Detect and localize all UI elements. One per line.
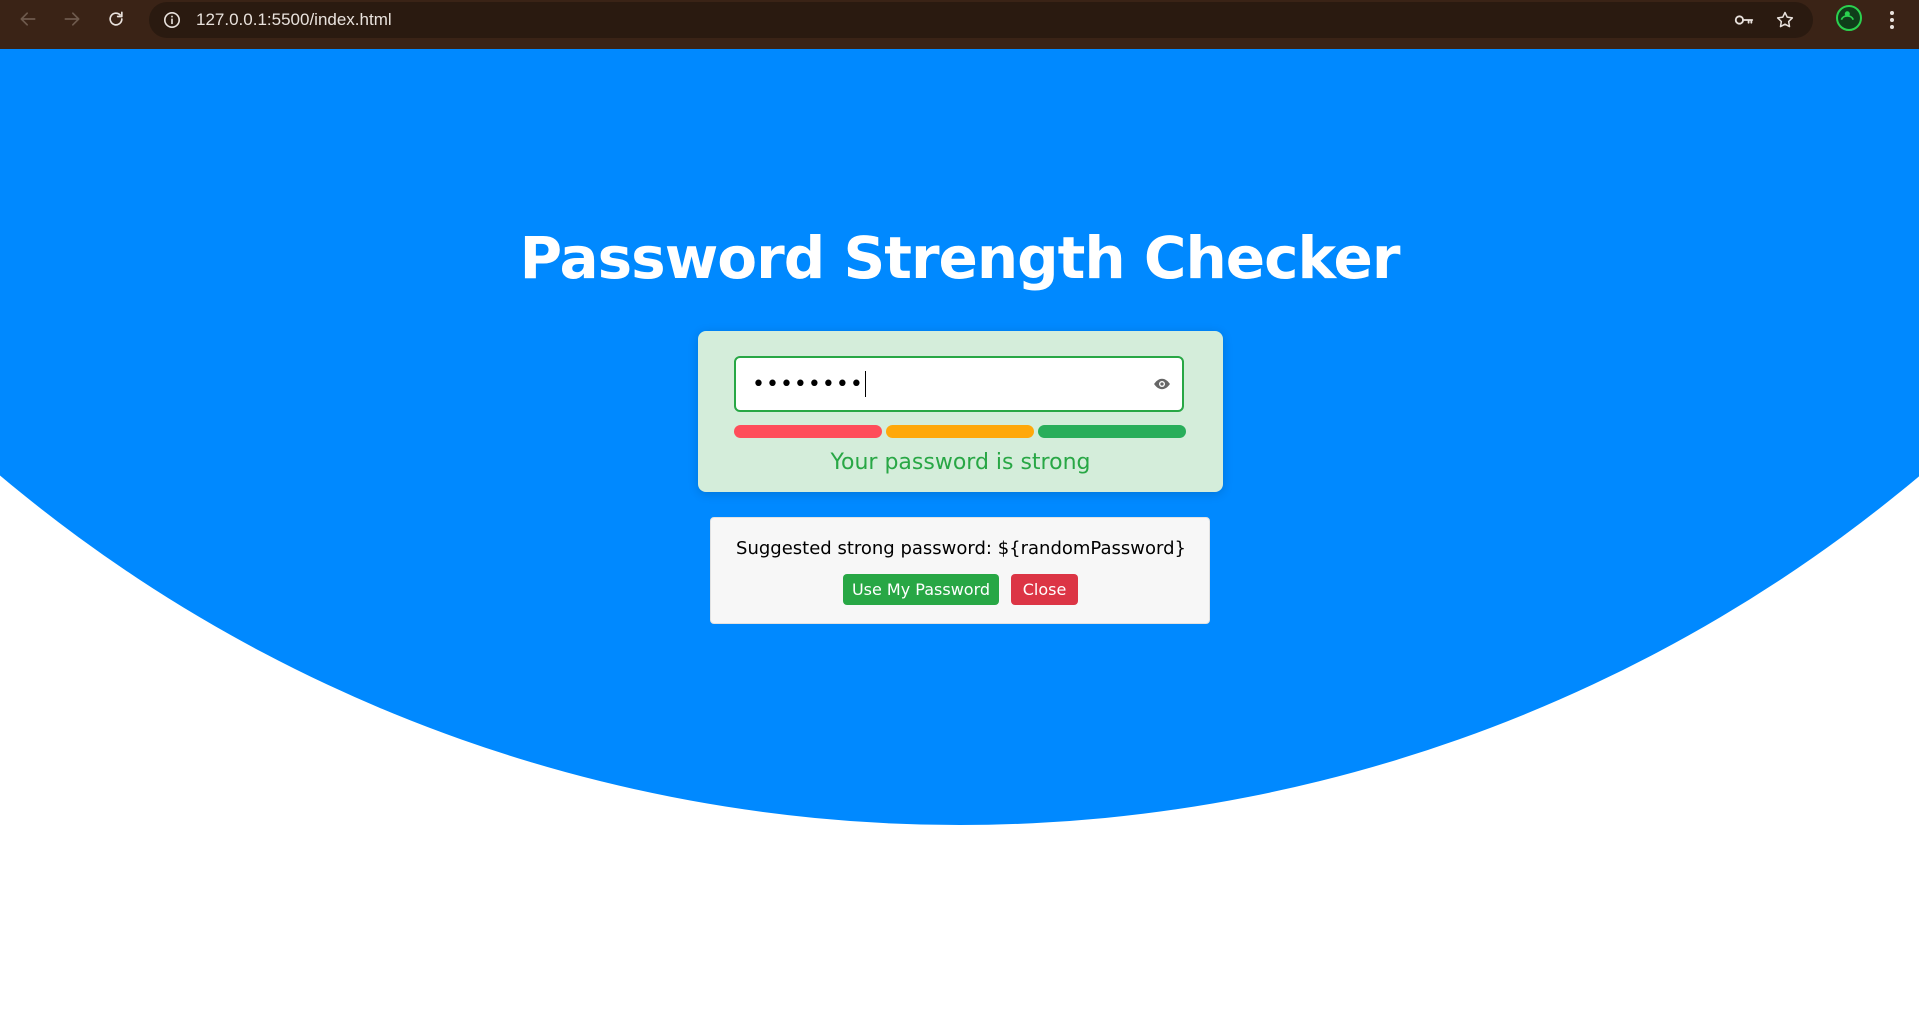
password-value: •••••••• [752,371,864,397]
suggested-password-text: Suggested strong password: ${randomPassw… [736,538,1186,559]
arrow-left-icon [20,12,36,26]
url-text[interactable]: 127.0.0.1:5500/index.html [196,10,392,30]
strength-message: Your password is strong [830,450,1091,475]
reload-icon [109,11,123,26]
address-bar[interactable]: 127.0.0.1:5500/index.html [149,2,1813,38]
password-checker-card: •••••••• Your password is strong [698,331,1223,492]
strength-bar-strong [1038,425,1186,438]
password-input[interactable]: •••••••• [752,358,1132,410]
password-input-wrapper[interactable]: •••••••• [734,356,1184,412]
use-my-password-button[interactable]: Use My Password [843,574,999,605]
strength-bar-medium [886,425,1034,438]
back-button[interactable] [13,4,43,34]
more-vertical-icon[interactable] [1880,5,1904,35]
strength-bar-weak [734,425,882,438]
suggestion-popup: Suggested strong password: ${randomPassw… [710,517,1210,624]
arrow-right-icon [64,12,80,26]
browser-toolbar: 127.0.0.1:5500/index.html [0,0,1919,49]
eye-icon[interactable] [1152,374,1172,394]
forward-button[interactable] [57,4,87,34]
key-icon[interactable] [1732,8,1756,32]
reload-button[interactable] [101,4,131,34]
star-icon[interactable] [1773,8,1797,32]
avatar[interactable] [1836,5,1862,31]
page-title: Password Strength Checker [519,224,1401,292]
text-caret [864,371,866,397]
close-button[interactable]: Close [1011,574,1078,605]
info-icon[interactable] [162,10,182,30]
page-content: Password Strength Checker •••••••• Your … [0,49,1919,1019]
